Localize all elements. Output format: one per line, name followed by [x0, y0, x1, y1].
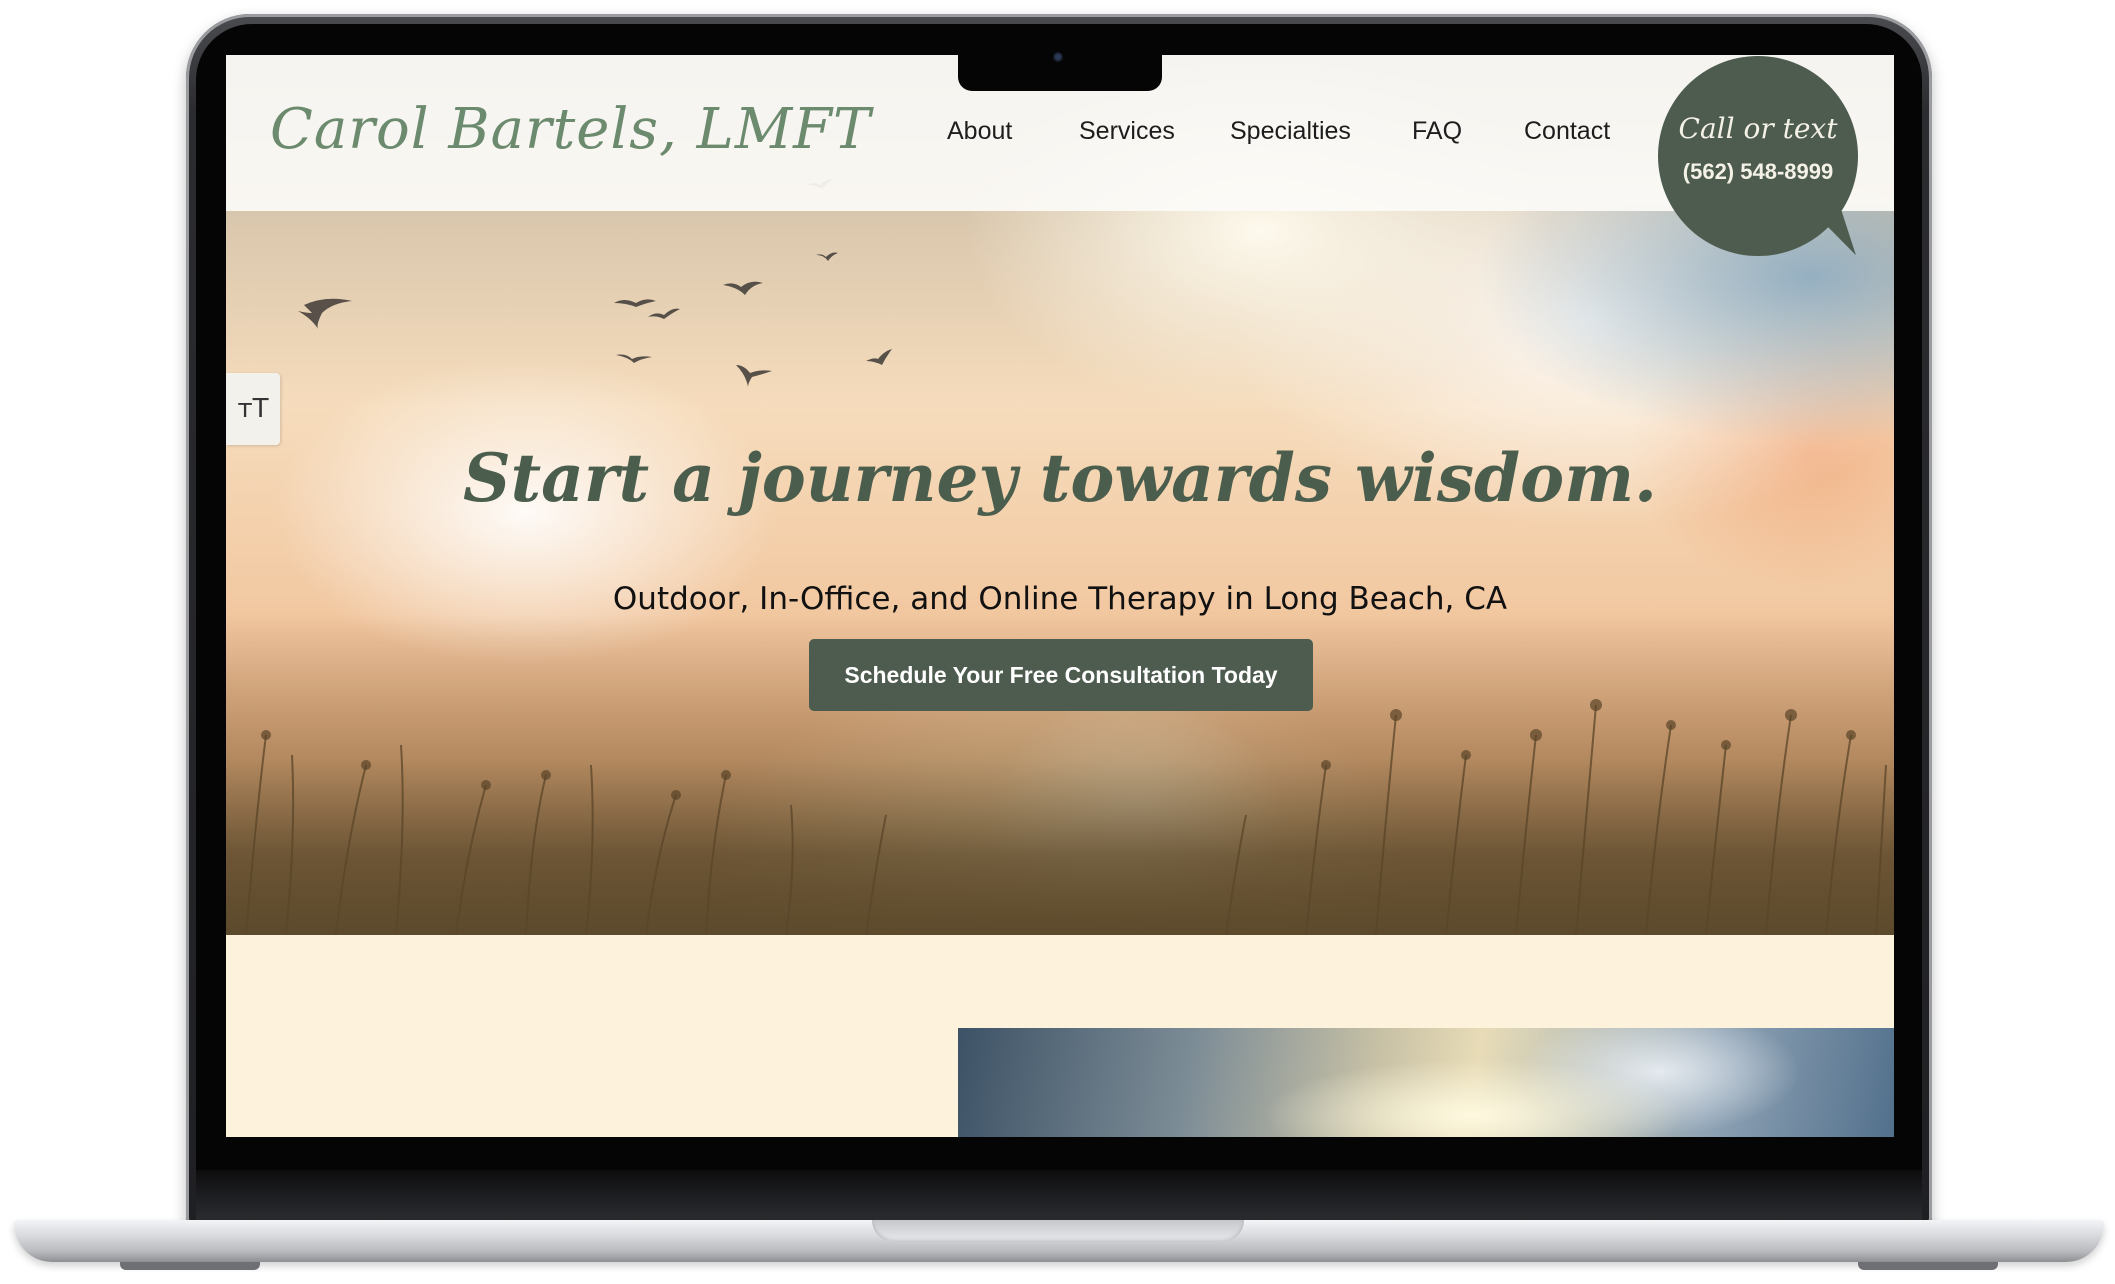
section-sky-image — [958, 1028, 1894, 1137]
hero-headline: Start a journey towards wisdom. — [462, 439, 1658, 518]
bird — [736, 365, 772, 387]
laptop-opening-groove — [872, 1220, 1244, 1242]
bird — [816, 252, 838, 261]
nav-services[interactable]: Services — [1079, 117, 1175, 146]
bird — [723, 281, 763, 295]
phone-number[interactable]: (562) 548-8999 — [1658, 159, 1858, 185]
bird — [616, 354, 652, 363]
laptop-foot — [120, 1262, 260, 1270]
bird — [298, 298, 352, 329]
laptop-foot — [1858, 1262, 1998, 1270]
call-or-text-bubble[interactable]: Call or text (562) 548-8999 — [1658, 56, 1858, 256]
laptop-hinge — [196, 1170, 1922, 1222]
text-size-button[interactable]: ᴛT — [226, 373, 280, 445]
browser-screen: Start a journey towards wisdom. Outdoor,… — [226, 55, 1894, 1137]
nav-about[interactable]: About — [947, 117, 1012, 146]
bird — [648, 308, 680, 319]
nav-faq[interactable]: FAQ — [1412, 117, 1462, 146]
nav-specialties[interactable]: Specialties — [1230, 117, 1351, 146]
nav-contact[interactable]: Contact — [1524, 117, 1610, 146]
bird — [614, 299, 656, 307]
camera-icon — [1053, 52, 1063, 62]
bird — [866, 349, 892, 365]
hero-subheadline: Outdoor, In-Office, and Online Therapy i… — [612, 581, 1508, 617]
schedule-consultation-button[interactable]: Schedule Your Free Consultation Today — [809, 639, 1313, 711]
site-logo[interactable]: Carol Bartels, LMFT — [270, 97, 871, 162]
call-bubble-label: Call or text — [1678, 112, 1838, 145]
text-size-icon: ᴛT — [237, 394, 269, 424]
